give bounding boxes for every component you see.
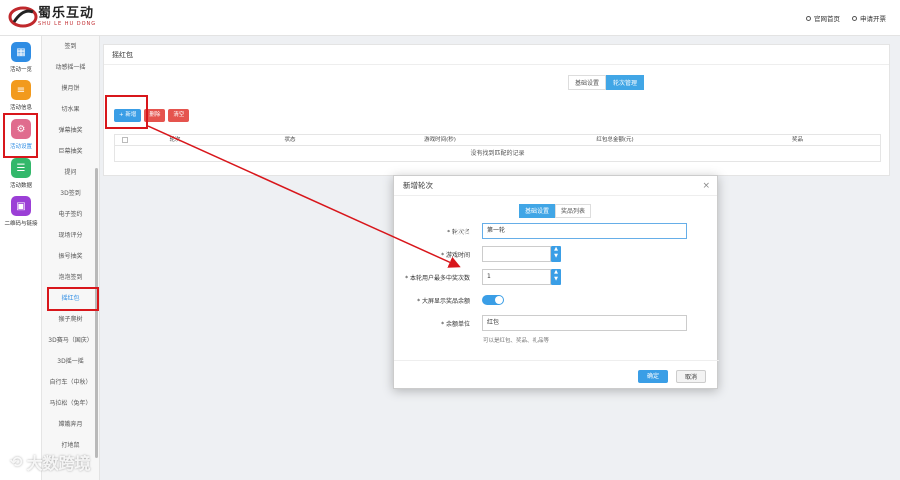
watermark-text: 大数跨境 — [26, 454, 91, 473]
annotation-arrow — [147, 125, 461, 268]
watermark-logo-icon: ⟲ — [10, 453, 23, 471]
bottom-watermark: ⟲ 大数跨境 — [10, 450, 91, 474]
